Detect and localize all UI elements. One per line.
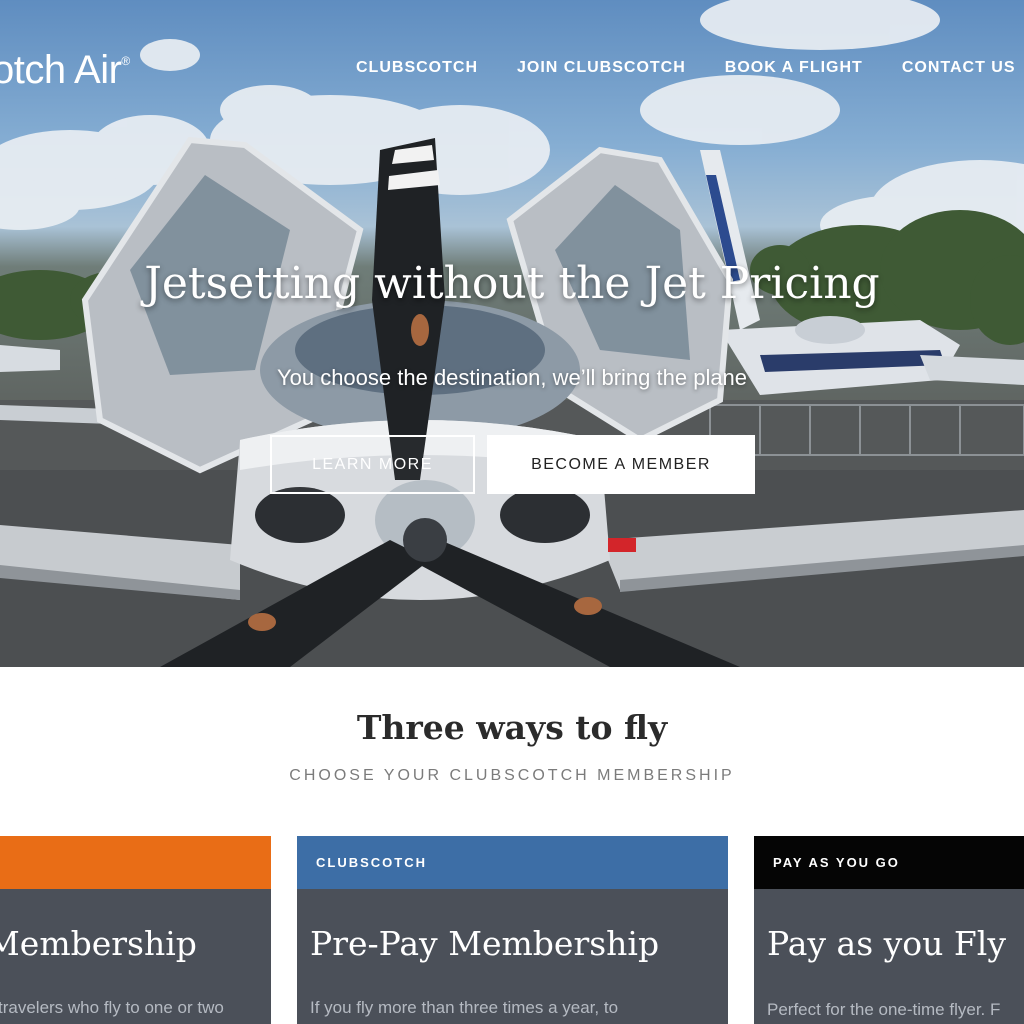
section-title: Three ways to fly: [356, 708, 668, 747]
pre-pay-membership-card[interactable]: CLUBSCOTCH Pre-Pay Membership If you fly…: [297, 836, 728, 1024]
card-title: Pre-Pay Membership: [310, 924, 660, 963]
main-nav: CLUBSCOTCH JOIN CLUBSCOTCH BOOK A FLIGHT…: [356, 59, 1016, 77]
card-description: If you fly more than three times a year,…: [310, 998, 619, 1017]
card-description: Perfect for the one-time flyer. F: [767, 1000, 1001, 1019]
brand-logo[interactable]: otch Air®: [0, 48, 130, 93]
brand-logo-text: otch Air: [0, 48, 122, 92]
hero-subtitle: You choose the destination, we’ll bring …: [276, 365, 748, 390]
hero-banner: otch Air® CLUBSCOTCH JOIN CLUBSCOTCH BOO…: [0, 0, 1024, 667]
nav-join-clubscotch[interactable]: JOIN CLUBSCOTCH: [517, 59, 686, 77]
membership-card[interactable]: Membership travelers who fly to one or t…: [0, 836, 271, 1024]
section-subtitle: CHOOSE YOUR CLUBSCOTCH MEMBERSHIP: [289, 767, 735, 784]
nav-clubscotch[interactable]: CLUBSCOTCH: [356, 59, 478, 77]
registered-mark: ®: [121, 54, 130, 68]
card-title: Pay as you Fly: [767, 924, 1006, 963]
hero-aircraft-photo: [0, 0, 1024, 667]
nav-contact-us[interactable]: CONTACT US: [902, 59, 1016, 77]
pay-as-you-fly-card[interactable]: PAY AS YOU GO Pay as you Fly Perfect for…: [754, 836, 1024, 1024]
card-tag: CLUBSCOTCH: [297, 836, 728, 889]
hero-title: Jetsetting without the Jet Pricing: [144, 258, 880, 309]
nav-book-a-flight[interactable]: BOOK A FLIGHT: [725, 59, 863, 77]
learn-more-button[interactable]: LEARN MORE: [270, 435, 475, 494]
card-tag: PAY AS YOU GO: [754, 836, 1024, 889]
card-description: travelers who fly to one or two: [0, 998, 224, 1017]
card-header-bar: [0, 836, 271, 889]
card-title: Membership: [0, 924, 197, 963]
become-a-member-button[interactable]: BECOME A MEMBER: [487, 435, 755, 494]
